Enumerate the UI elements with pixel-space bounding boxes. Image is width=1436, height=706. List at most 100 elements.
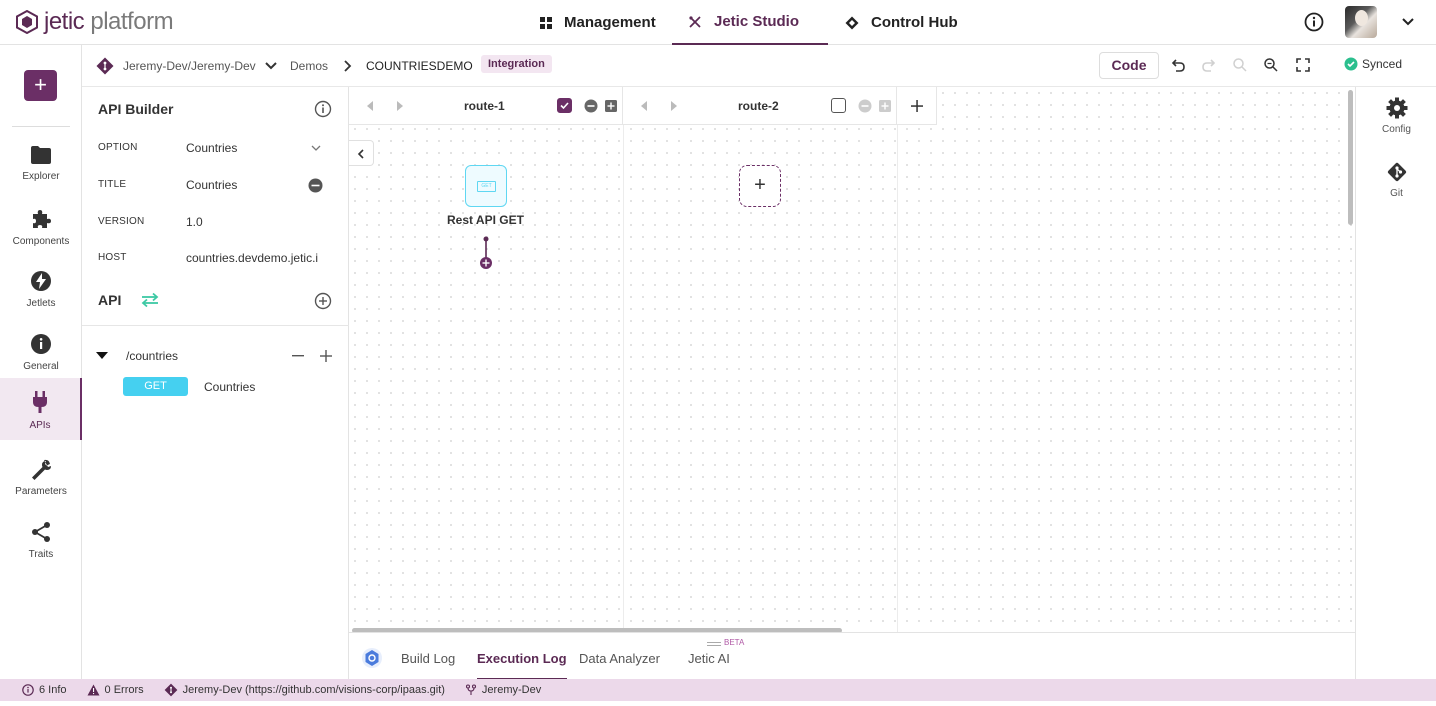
tab-jetic-ai[interactable]: Jetic AI	[688, 651, 730, 666]
add-button[interactable]: +	[24, 70, 57, 101]
arrow-left-icon[interactable]	[640, 101, 648, 111]
puzzle-icon	[33, 210, 51, 228]
api-path[interactable]: /countries	[126, 349, 178, 363]
rail-item-traits[interactable]: Traits	[0, 511, 82, 573]
bolt-icon	[31, 271, 51, 291]
rail-label-parameters: Parameters	[15, 486, 67, 497]
route-1-checkbox[interactable]	[557, 98, 572, 113]
status-errors[interactable]: 0 Errors	[87, 684, 144, 696]
status-repo[interactable]: Jeremy-Dev (https://github.com/visions-c…	[164, 683, 445, 697]
rest-api-get-node[interactable]: GET	[465, 165, 507, 207]
rail-label-components: Components	[12, 236, 70, 247]
tab-build-log[interactable]: Build Log	[401, 651, 455, 666]
info-circle-icon[interactable]	[314, 100, 332, 118]
chevron-down-icon[interactable]	[264, 60, 278, 72]
git-diamond-icon	[96, 57, 114, 75]
route-2-checkbox[interactable]	[831, 98, 846, 113]
route-name-2[interactable]: route-2	[738, 99, 779, 113]
breadcrumb-folder[interactable]: Demos	[290, 59, 328, 73]
vertical-scrollbar[interactable]	[1348, 90, 1353, 225]
git-icon	[1387, 162, 1406, 182]
nav-management[interactable]: Management	[540, 0, 656, 45]
gear-icon	[1386, 97, 1407, 119]
add-route-button[interactable]	[897, 87, 937, 125]
integration-tag: Integration	[481, 55, 552, 73]
version-field[interactable]: 1.0	[186, 215, 322, 229]
nav-jetic-studio[interactable]: Jetic Studio	[672, 0, 828, 45]
add-step-button[interactable]: +	[739, 165, 781, 207]
status-info-label: 6 Info	[39, 684, 67, 696]
code-button[interactable]: Code	[1099, 52, 1159, 79]
redo-icon[interactable]	[1201, 57, 1217, 73]
user-menu-toggle[interactable]	[1401, 6, 1415, 38]
tab-execution-log[interactable]: Execution Log	[477, 651, 567, 680]
swap-icon[interactable]	[140, 292, 160, 308]
nav-control-hub[interactable]: Control Hub	[845, 0, 958, 45]
status-branch[interactable]: Jeremy-Dev	[465, 684, 541, 696]
expand-route-icon[interactable]	[605, 100, 617, 112]
zoom-out-icon[interactable]	[1232, 57, 1248, 73]
warning-icon	[87, 684, 100, 696]
chevron-down-icon[interactable]	[311, 144, 321, 152]
share-icon	[32, 522, 50, 542]
host-field[interactable]: countries.devdemo.jetic.i	[186, 251, 322, 265]
collapse-panel-button[interactable]	[349, 140, 374, 166]
grid-icon	[540, 16, 552, 29]
route-header-2: route-2	[623, 87, 897, 125]
title-field[interactable]: Countries	[186, 178, 322, 192]
arrow-right-icon[interactable]	[396, 101, 404, 111]
caret-down-icon[interactable]	[96, 352, 108, 360]
rail-item-parameters[interactable]: Parameters	[0, 448, 82, 510]
fullscreen-icon[interactable]	[1295, 57, 1311, 73]
route-divider	[897, 125, 898, 632]
zoom-in-icon[interactable]	[1263, 57, 1279, 73]
design-canvas[interactable]: route-1 route-2 GET Rest API GET +	[349, 87, 1355, 632]
right-rail-label-git: Git	[1390, 188, 1403, 199]
top-bar: jetic platform Management Jetic Studio C…	[0, 0, 1436, 45]
kubernetes-icon[interactable]	[361, 647, 383, 669]
drag-handle-icon[interactable]	[707, 641, 721, 649]
right-rail-config[interactable]: Config	[1356, 97, 1436, 135]
rail-item-general[interactable]: General	[0, 323, 82, 385]
user-avatar[interactable]	[1345, 6, 1377, 38]
api-section-title: API	[98, 292, 122, 308]
chevron-left-icon	[357, 149, 364, 159]
chevron-down-icon	[1402, 18, 1414, 26]
rail-item-jetlets[interactable]: Jetlets	[0, 260, 82, 322]
method-badge-get[interactable]: GET	[123, 377, 188, 396]
node-label: Rest API GET	[447, 213, 524, 227]
status-bar: 6 Info 0 Errors Jeremy-Dev (https://gith…	[0, 679, 1436, 701]
field-label-host: HOST	[98, 252, 127, 263]
right-rail: Config Git	[1355, 87, 1436, 679]
expand-route-icon[interactable]	[879, 100, 891, 112]
tab-data-analyzer[interactable]: Data Analyzer	[579, 651, 660, 666]
tools-icon	[689, 15, 701, 28]
status-info[interactable]: 6 Info	[22, 684, 67, 696]
right-rail-git[interactable]: Git	[1356, 161, 1436, 199]
arrow-right-icon[interactable]	[670, 101, 678, 111]
rail-item-components[interactable]: Components	[0, 198, 82, 260]
field-label-version: VERSION	[98, 216, 145, 227]
arrow-left-icon[interactable]	[366, 101, 374, 111]
rail-item-explorer[interactable]: Explorer	[0, 135, 82, 197]
status-errors-label: 0 Errors	[104, 684, 144, 696]
route-name-1[interactable]: route-1	[464, 99, 505, 113]
collapse-route-icon[interactable]	[858, 99, 872, 113]
add-method-icon[interactable]	[320, 350, 332, 362]
nav-jetic-studio-label: Jetic Studio	[714, 13, 800, 30]
remove-path-icon[interactable]	[292, 355, 304, 357]
breadcrumb-repo[interactable]: Jeremy-Dev/Jeremy-Dev	[123, 59, 256, 73]
option-select[interactable]: Countries	[186, 141, 322, 155]
method-description[interactable]: Countries	[204, 380, 255, 394]
rail-item-apis[interactable]: APIs	[0, 378, 82, 440]
add-circle-icon[interactable]	[314, 292, 332, 310]
undo-icon[interactable]	[1170, 57, 1186, 73]
collapse-route-icon[interactable]	[584, 99, 598, 113]
check-icon	[560, 102, 569, 110]
status-repo-label: Jeremy-Dev (https://github.com/visions-c…	[182, 684, 445, 696]
help-button[interactable]	[1304, 6, 1324, 38]
minus-circle-icon[interactable]	[308, 178, 323, 193]
rail-label-traits: Traits	[28, 549, 54, 560]
info-circle-icon	[1304, 12, 1324, 32]
logo[interactable]: jetic platform	[16, 8, 174, 36]
